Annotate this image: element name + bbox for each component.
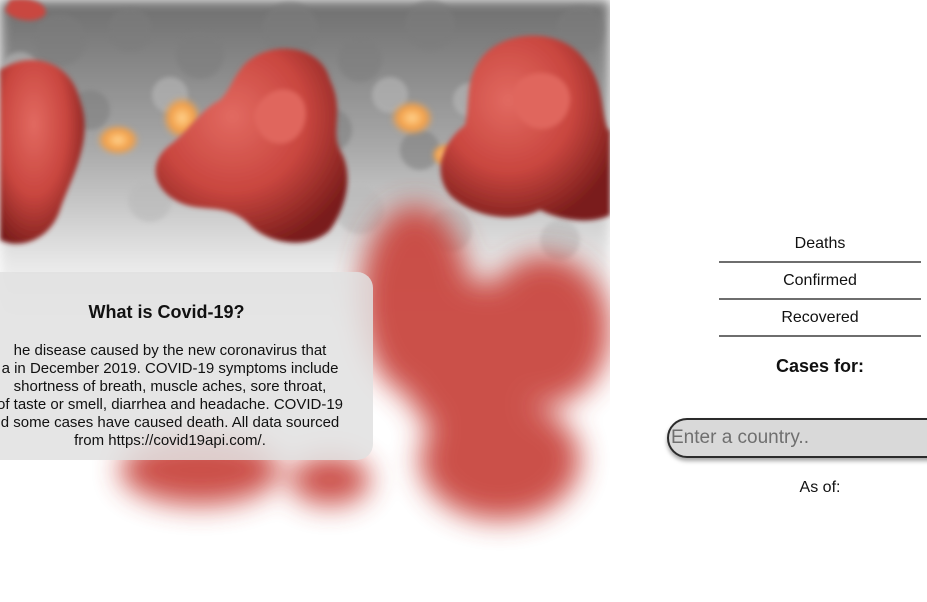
as-of-label: As of: — [799, 479, 841, 496]
info-line: shortness of breath, muscle aches, sore … — [13, 378, 327, 395]
info-line: of taste or smell, diarrhea and headache… — [0, 396, 344, 413]
cases-for-heading: Cases for: — [775, 356, 865, 376]
info-line: a in December 2019. COVID-19 symptoms in… — [1, 360, 339, 377]
confirmed-stat: Confirmed — [719, 264, 921, 300]
info-card: What is Covid-19? he disease caused by t… — [0, 272, 373, 460]
recovered-stat: Recovered — [719, 301, 921, 337]
deaths-stat: Deaths — [719, 227, 921, 263]
info-line: he disease caused by the new coronavirus… — [13, 342, 327, 359]
info-line: d some cases have caused death. All data… — [0, 414, 340, 431]
info-description: he disease caused by the new coronavirus… — [0, 342, 370, 450]
info-title: What is Covid-19? — [88, 302, 245, 322]
info-line: from https://covid19api.com/. — [74, 432, 266, 449]
country-search-input[interactable] — [667, 418, 927, 458]
hero-image: What is Covid-19? he disease caused by t… — [0, 0, 610, 602]
stats-list: Deaths Confirmed Recovered — [719, 226, 921, 337]
